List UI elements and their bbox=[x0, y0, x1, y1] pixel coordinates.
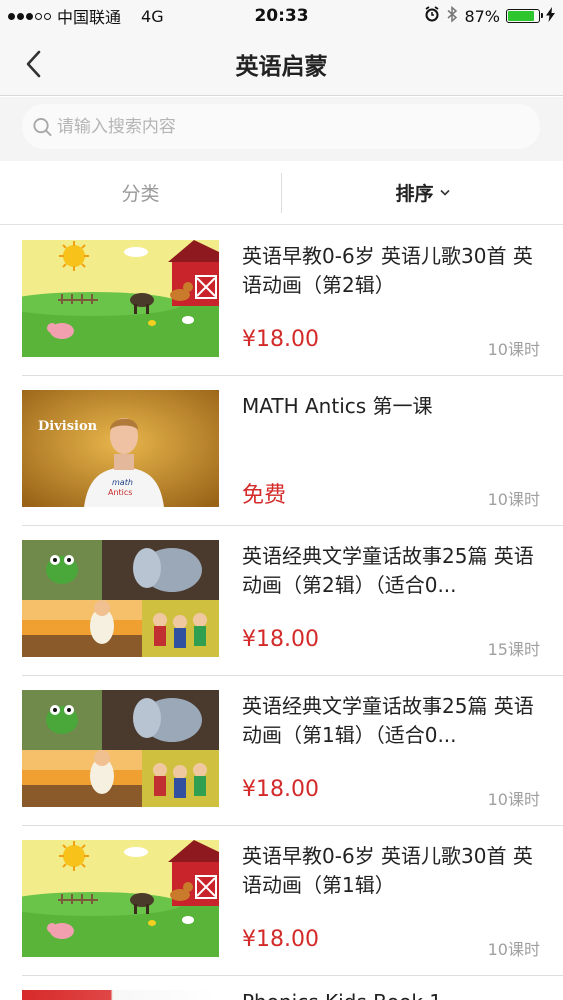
shirt-logo-math: math bbox=[112, 478, 133, 487]
search-area bbox=[0, 97, 563, 161]
battery-level-fill bbox=[508, 11, 535, 21]
course-list: 英语早教0-6岁 英语儿歌30首 英语动画（第2辑） ¥18.00 10课时 D… bbox=[0, 226, 563, 1000]
course-lesson-count: 10课时 bbox=[487, 340, 540, 359]
course-thumbnail: Division math Antics bbox=[22, 390, 219, 507]
status-bar: 中国联通 4G 20:33 87% bbox=[0, 0, 563, 32]
alarm-clock-icon bbox=[424, 6, 440, 26]
filter-bar: 分类 排序 bbox=[0, 161, 563, 225]
shirt-logo-antics: Antics bbox=[108, 488, 132, 497]
course-price: 免费 bbox=[242, 483, 287, 508]
category-filter-tab[interactable]: 分类 bbox=[0, 161, 281, 224]
course-title: 英语经典文学童话故事25篇 英语动画（第1辑）（适合0... bbox=[242, 694, 534, 747]
course-item-partial[interactable]: Phonics Kids Book 1 bbox=[22, 976, 563, 1000]
course-lesson-count: 10课时 bbox=[487, 490, 540, 509]
status-left: 中国联通 4G bbox=[8, 4, 164, 28]
back-button[interactable] bbox=[18, 46, 48, 82]
course-thumbnail bbox=[22, 690, 219, 807]
course-lesson-count: 15课时 bbox=[487, 640, 540, 659]
thumbnail-caption: Division bbox=[38, 419, 98, 434]
page-title: 英语启蒙 bbox=[235, 53, 328, 80]
course-title: 英语早教0-6岁 英语儿歌30首 英语动画（第2辑） bbox=[242, 244, 533, 297]
carrier-name: 中国联通 bbox=[57, 8, 122, 27]
chevron-left-icon bbox=[26, 50, 41, 78]
course-title: 英语早教0-6岁 英语儿歌30首 英语动画（第1辑） bbox=[242, 844, 533, 897]
search-input[interactable] bbox=[56, 116, 530, 137]
course-price: ¥18.00 bbox=[242, 627, 319, 652]
course-item[interactable]: 英语早教0-6岁 英语儿歌30首 英语动画（第1辑） ¥18.00 10课时 bbox=[22, 826, 563, 976]
course-item[interactable]: Division math Antics MATH Antics 第一课 免费 … bbox=[22, 376, 563, 526]
course-thumbnail bbox=[22, 540, 219, 657]
battery-icon bbox=[506, 9, 543, 23]
sort-filter-label: 排序 bbox=[395, 183, 434, 205]
search-box[interactable] bbox=[22, 104, 540, 149]
course-price: ¥18.00 bbox=[242, 927, 319, 952]
course-title: 英语经典文学童话故事25篇 英语动画（第2辑）（适合0... bbox=[242, 544, 534, 597]
course-lesson-count: 10课时 bbox=[487, 940, 540, 959]
network-type: 4G bbox=[141, 6, 164, 26]
course-lesson-count: 10课时 bbox=[487, 790, 540, 809]
chevron-down-icon bbox=[439, 189, 450, 196]
course-item[interactable]: 英语早教0-6岁 英语儿歌30首 英语动画（第2辑） ¥18.00 10课时 bbox=[22, 226, 563, 376]
course-price: ¥18.00 bbox=[242, 327, 319, 352]
search-icon bbox=[33, 117, 52, 136]
course-thumbnail bbox=[22, 240, 219, 357]
battery-percent: 87% bbox=[464, 6, 500, 26]
bluetooth-icon bbox=[446, 5, 458, 27]
course-title: Phonics Kids Book 1 bbox=[242, 990, 442, 1000]
signal-strength-icon bbox=[8, 12, 51, 20]
charging-bolt-icon bbox=[546, 6, 555, 26]
course-item[interactable]: 英语经典文学童话故事25篇 英语动画（第1辑）（适合0... ¥18.00 10… bbox=[22, 676, 563, 826]
course-price: ¥18.00 bbox=[242, 777, 319, 802]
course-item[interactable]: 英语经典文学童话故事25篇 英语动画（第2辑）（适合0... ¥18.00 15… bbox=[22, 526, 563, 676]
course-thumbnail bbox=[22, 990, 219, 1000]
course-thumbnail bbox=[22, 840, 219, 957]
course-title: MATH Antics 第一课 bbox=[242, 394, 433, 418]
status-right: 87% bbox=[424, 5, 555, 27]
navigation-bar: 英语启蒙 bbox=[0, 32, 563, 96]
category-filter-label: 分类 bbox=[121, 183, 160, 205]
sort-filter-tab[interactable]: 排序 bbox=[282, 161, 563, 224]
